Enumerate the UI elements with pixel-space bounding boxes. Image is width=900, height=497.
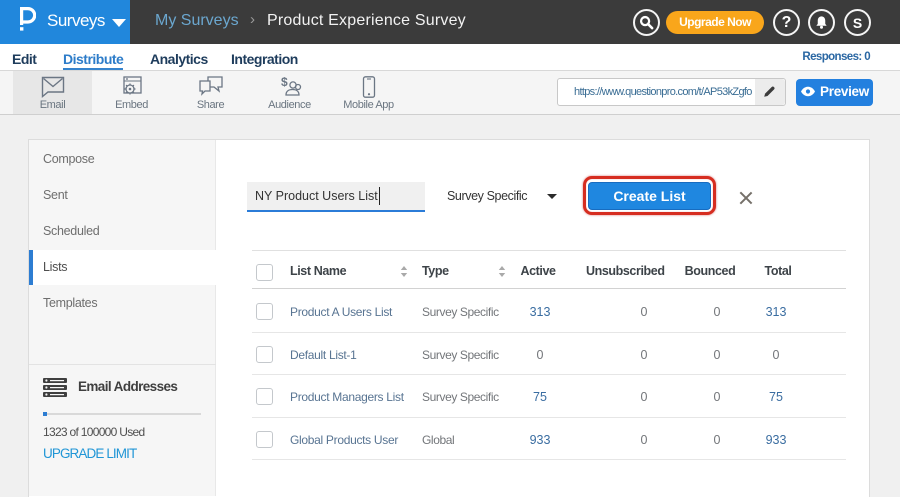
svg-text:$: $ bbox=[281, 76, 288, 89]
